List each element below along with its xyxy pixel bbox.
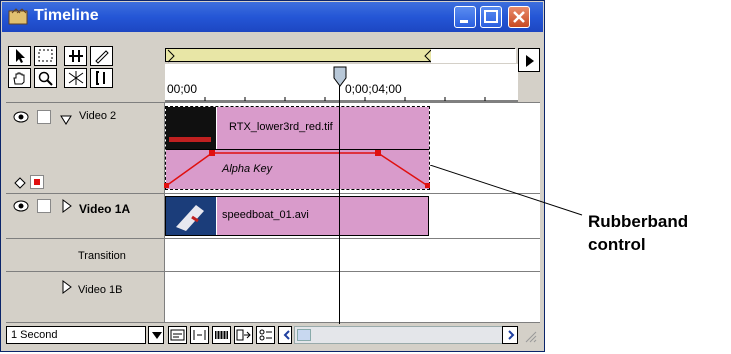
triangle-down-icon[interactable] [60,112,72,125]
film-icon [215,331,228,339]
eye-icon[interactable] [12,110,30,124]
marquee-icon [38,49,53,62]
time-ruler[interactable]: 00;00 0;00;04;00 [165,64,518,102]
navigator-right-button[interactable] [518,48,540,72]
selection-tool[interactable] [8,46,31,66]
toggle-shift-button[interactable] [212,326,231,344]
track-divider [6,102,540,103]
bracket-icon [96,71,105,85]
track-divider [6,238,540,239]
scroll-thumb[interactable] [297,329,311,341]
callout-line [430,165,583,216]
track-format-button[interactable] [256,326,275,344]
playhead-line[interactable] [339,86,340,324]
track-name-video1b: Video 1B [78,284,123,296]
navigator-brackets-icon [167,49,516,63]
clip-video1a[interactable]: speedboat_01.avi [165,196,429,236]
ripple-icon [69,50,83,62]
zoom-tool[interactable] [34,68,57,88]
clip-body: speedboat_01.avi [217,197,428,235]
chevron-left-icon [283,330,290,340]
in-out-tool[interactable] [90,68,113,88]
lock-toggle[interactable] [37,110,51,124]
resize-grip-icon[interactable] [524,330,538,344]
snap-icon [193,330,206,340]
triangle-right-icon[interactable] [62,199,72,213]
triangle-right-icon [526,55,534,67]
razor-icon [95,50,109,64]
zoom-level-value: 1 Second [11,329,58,341]
hand-tool[interactable] [8,68,31,88]
scroll-right-button[interactable] [502,326,518,344]
maximize-button[interactable] [480,6,502,28]
crossfade-icon [68,71,84,85]
horizontal-scrollbar[interactable] [294,326,518,344]
track-name-video1a: Video 1A [79,202,131,216]
rubberband-toggle[interactable] [30,175,44,189]
sync-icon [236,329,251,341]
toggle-sync-button[interactable] [234,326,253,344]
chevron-right-icon [508,330,515,340]
triangle-right-icon[interactable] [62,280,72,294]
eye-icon[interactable] [12,199,30,213]
clip-thumbnail [166,107,216,149]
chevron-down-icon [152,332,162,339]
toolbox [6,42,156,98]
window-title: Timeline [34,7,99,24]
clip-thumbnail [166,197,216,235]
ripple-edit-tool[interactable] [64,46,87,66]
lock-toggle[interactable] [37,199,51,213]
navigator-bar[interactable] [165,48,516,63]
range-select-tool[interactable] [34,46,57,66]
zoom-dropdown-button[interactable] [148,326,164,344]
keyframe-diamond-icon[interactable] [14,176,26,189]
razor-tool[interactable] [90,46,113,66]
cross-fade-tool[interactable] [64,68,87,88]
app-icon [8,8,28,26]
clip-filename: RTX_lower3rd_red.tif [229,121,333,133]
callout-text: Rubberband control [588,210,688,256]
track-divider [6,271,540,272]
hand-icon [13,72,25,85]
title-bar[interactable]: Timeline [2,2,543,32]
callout-line1: Rubberband [588,212,689,231]
toggle-snap-button[interactable] [190,326,209,344]
track-name-video2: Video 2 [79,110,117,122]
track-options-icon [170,329,185,341]
zoom-icon [38,71,53,86]
track-format-icon [259,329,272,341]
bottom-bar: 1 Second [6,324,540,346]
close-button[interactable] [508,6,530,28]
clip-filename: speedboat_01.avi [222,209,309,221]
minimize-button[interactable] [454,6,476,28]
callout-line2: control [588,235,646,254]
zoom-level-select[interactable]: 1 Second [6,326,146,344]
track-name-transition: Transition [78,250,126,262]
scroll-left-button[interactable] [278,326,292,344]
rubberband-line[interactable] [164,148,432,192]
track-divider [6,322,540,323]
track-options-button[interactable] [168,326,187,344]
playhead-marker-icon[interactable] [333,66,347,88]
selection-arrow-icon [16,49,25,63]
clip-body: RTX_lower3rd_red.tif [217,107,429,149]
ruler-ticks [165,97,518,102]
